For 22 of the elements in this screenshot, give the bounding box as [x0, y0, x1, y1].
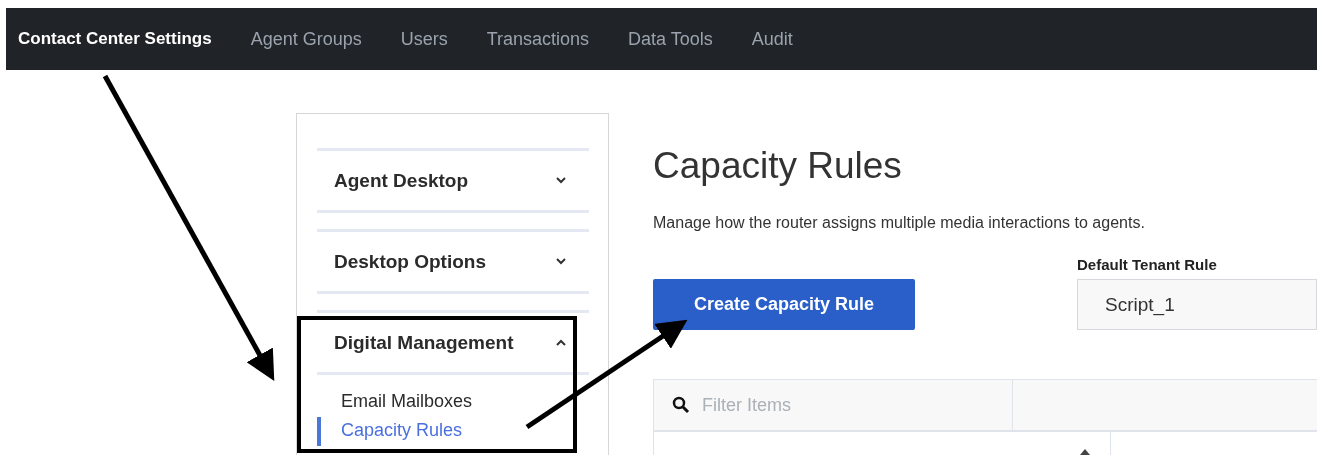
sort-icon	[1080, 449, 1090, 455]
create-button[interactable]: Create Capacity Rule	[653, 279, 915, 330]
page-description: Manage how the router assigns multiple media interactions to agents.	[653, 214, 1146, 232]
page-title: Capacity Rules	[653, 145, 903, 187]
sidebar-link[interactable]: Capacity Rules	[317, 417, 589, 446]
chevron-down-icon	[556, 258, 566, 265]
nav-link[interactable]: Agent Groups	[250, 28, 362, 50]
sidebar-link[interactable]: Email Mailboxes	[317, 388, 589, 417]
nav-link[interactable]: Data Tools	[628, 28, 713, 50]
filter-field[interactable]: Filter Items	[700, 393, 984, 417]
chevron-up-icon	[556, 339, 566, 346]
field-label: Default Tenant Rule	[1077, 256, 1218, 273]
section-header[interactable]: Agent Desktop	[317, 148, 589, 213]
nav-link[interactable]: Contact Center Settings	[18, 29, 212, 49]
nav-link[interactable]: Audit	[751, 28, 793, 50]
search-icon	[672, 396, 690, 414]
chevron-down-icon	[556, 177, 566, 184]
dropdown-field[interactable]: Script_1	[1077, 279, 1317, 330]
section-header[interactable]: Desktop Options	[317, 229, 589, 294]
section-header[interactable]: Digital Management	[317, 310, 589, 375]
nav-link[interactable]: Transactions	[486, 28, 590, 50]
nav-link[interactable]: Users	[400, 28, 448, 50]
